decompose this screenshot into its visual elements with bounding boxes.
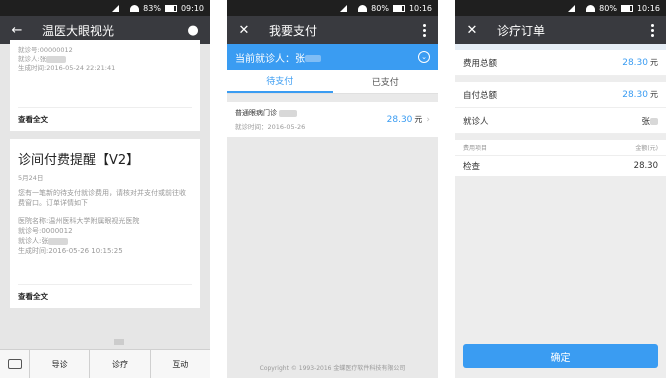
total-row: 费用总额 28.30 元 xyxy=(455,50,666,76)
status-bar: 80% 10:16 xyxy=(227,0,438,16)
created-time: 生成时间:2016-05-26 10:15:25 xyxy=(18,247,123,255)
clock: 09:10 xyxy=(180,3,204,13)
payment-tabs: 待支付 已支付 xyxy=(227,70,438,94)
total-value: 28.30 xyxy=(622,57,648,68)
table-row: 检查 28.30 xyxy=(455,156,666,176)
battery-percent: 80% xyxy=(599,3,617,13)
read-more-link[interactable]: 查看全文 xyxy=(18,284,192,302)
patient-row: 就诊人 张 xyxy=(455,108,666,134)
col-amount: 金额(元) xyxy=(635,145,658,152)
profile-icon[interactable]: ● xyxy=(184,21,202,39)
patient-value: 张 xyxy=(641,115,658,127)
total-label: 费用总额 xyxy=(463,58,498,69)
title-bar: ✕ 诊疗订单 xyxy=(455,16,666,44)
more-menu-icon[interactable] xyxy=(646,21,658,39)
page-title: 诊疗订单 xyxy=(497,23,546,38)
wifi-icon xyxy=(130,4,140,12)
blurred-name xyxy=(48,237,69,245)
chevron-right-icon: › xyxy=(426,114,430,125)
patient-line: 就诊人:张 xyxy=(18,236,192,246)
message-body: 您有一笔新的待支付就诊费用，请核对并支付或前往收费窗口。订单详情如下 xyxy=(18,189,186,207)
self-pay-label: 自付总额 xyxy=(463,90,498,101)
battery-percent: 83% xyxy=(143,3,161,13)
blurred-name xyxy=(650,117,658,125)
blurred-name xyxy=(46,55,67,63)
patient-label: 就诊人 xyxy=(463,116,489,127)
fee-table-header: 费用项目 金额(元) xyxy=(455,140,666,156)
message-card[interactable]: 诊间付费提醒【V2】 5月24日 您有一笔新的待支付就诊费用，请核对并支付或前往… xyxy=(10,139,200,308)
title-bar: ✕ 我要支付 xyxy=(227,16,438,44)
copyright-footer: Copyright © 1993-2016 金蝶医疗软件科技有限公司 xyxy=(259,365,406,372)
signal-icon xyxy=(112,4,126,12)
menu-guide[interactable]: 导诊 xyxy=(30,350,91,378)
created-time: 生成时间:2016-05-24 22:21:41 xyxy=(18,64,116,72)
wechat-account-screen: 83% 09:10 ← 温医大眼视光 ● 就诊号:00000012 就诊人:张 … xyxy=(0,0,210,378)
read-more-link[interactable]: 查看全文 xyxy=(18,107,192,125)
message-list: 就诊号:00000012 就诊人:张 生成时间:2016-05-24 22:21… xyxy=(0,40,210,349)
col-item: 费用项目 xyxy=(463,145,488,152)
close-icon[interactable]: ✕ xyxy=(235,21,253,39)
blurred-name xyxy=(305,55,321,62)
chevron-down-icon[interactable]: ⌄ xyxy=(418,51,430,63)
fee-item: 检查 xyxy=(463,162,481,172)
hospital-name: 医院名称:温州医科大学附属眼视光医院 xyxy=(18,217,140,225)
fee-summary: 费用总额 28.30 元 xyxy=(455,50,666,76)
self-pay-value: 28.30 xyxy=(622,89,648,100)
status-bar: 83% 09:10 xyxy=(0,0,210,16)
scroll-indicator xyxy=(114,339,124,345)
wifi-icon xyxy=(586,4,596,12)
menu-treatment[interactable]: 诊疗 xyxy=(90,350,151,378)
self-pay-unit: 元 xyxy=(650,90,658,99)
close-icon[interactable]: ✕ xyxy=(463,21,481,39)
message-card[interactable]: 就诊号:00000012 就诊人:张 生成时间:2016-05-24 22:21… xyxy=(10,40,200,131)
confirm-button[interactable]: 确定 xyxy=(463,344,658,368)
clock: 10:16 xyxy=(636,3,660,13)
message-title: 诊间付费提醒【V2】 xyxy=(18,153,140,168)
keyboard-toggle[interactable] xyxy=(0,350,30,378)
tab-paid[interactable]: 已支付 xyxy=(333,70,439,93)
screenshot-collage: 83% 09:10 ← 温医大眼视光 ● 就诊号:00000012 就诊人:张 … xyxy=(0,0,671,378)
order-amount: 28.30 xyxy=(386,114,413,125)
order-detail-screen: 80% 10:16 ✕ 诊疗订单 费用总额 28.30 元 自付总额 28.30… xyxy=(455,0,666,378)
current-patient-label: 当前就诊人：张 xyxy=(235,50,418,65)
self-pay-row: 自付总额 28.30 元 xyxy=(455,82,666,108)
visit-number: 就诊号:00000012 xyxy=(18,46,73,54)
payment-screen: 80% 10:16 ✕ 我要支付 当前就诊人：张 ⌄ 待支付 已支付 普通眼病门… xyxy=(227,0,438,378)
battery-icon xyxy=(392,4,405,12)
order-name: 普通眼病门诊 xyxy=(235,108,387,118)
tab-unpaid[interactable]: 待支付 xyxy=(227,70,333,93)
keyboard-icon xyxy=(7,359,22,369)
battery-icon xyxy=(620,4,633,12)
signal-icon xyxy=(568,4,582,12)
account-title: 温医大眼视光 xyxy=(42,23,115,38)
menu-interact[interactable]: 互动 xyxy=(151,350,210,378)
total-unit: 元 xyxy=(650,58,658,67)
battery-icon xyxy=(164,4,177,12)
battery-percent: 80% xyxy=(371,3,389,13)
fee-amount: 28.30 xyxy=(633,161,658,171)
current-patient-bar[interactable]: 当前就诊人：张 ⌄ xyxy=(227,44,438,70)
blurred-name xyxy=(279,109,298,117)
wifi-icon xyxy=(358,4,368,12)
clock: 10:16 xyxy=(408,3,432,13)
back-arrow-icon[interactable]: ← xyxy=(8,21,26,39)
order-time: 就诊时间：2016-05-26 xyxy=(235,123,306,131)
signal-icon xyxy=(340,4,354,12)
status-bar: 80% 10:16 xyxy=(455,0,666,16)
page-title: 我要支付 xyxy=(269,23,318,38)
patient-line: 就诊人:张 xyxy=(18,55,192,64)
more-menu-icon[interactable] xyxy=(418,21,430,39)
payment-summary: 自付总额 28.30 元 就诊人 张 xyxy=(455,82,666,134)
visit-number: 就诊号:0000012 xyxy=(18,227,73,235)
account-menu-bar: 导诊 诊疗 互动 xyxy=(0,349,210,378)
order-unit: 元 xyxy=(414,115,423,124)
message-date: 5月24日 xyxy=(18,174,44,182)
order-item[interactable]: 普通眼病门诊 就诊时间：2016-05-26 28.30 元 › xyxy=(227,102,438,137)
